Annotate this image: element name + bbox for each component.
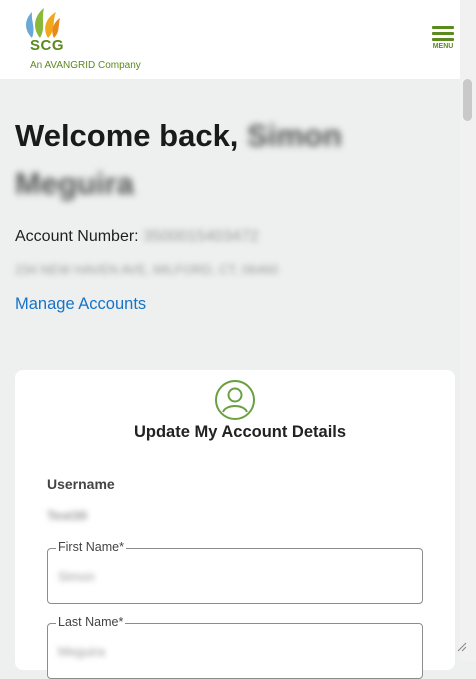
card-title: Update My Account Details [133,423,347,441]
logo-text: SCG [30,37,65,54]
welcome-prefix: Welcome back, [15,118,239,153]
scg-logo[interactable]: SCG An AVANGRID Company [18,4,148,76]
account-number-value: 3500015403472 [143,228,259,245]
menu-button[interactable]: MENU [429,24,457,54]
menu-label: MENU [432,43,454,50]
username-value: Test30 [47,508,88,523]
account-number-row: Account Number: 3500015403472 [15,228,259,246]
flame-logo-icon [26,8,60,38]
site-header: SCG An AVANGRID Company MENU [0,0,460,79]
account-number-label: Account Number: [15,228,139,245]
page-scrollbar[interactable] [460,0,476,661]
logo-subtitle: An AVANGRID Company [30,60,141,71]
username-label: Username [47,476,115,492]
first-name-field[interactable]: First Name* Simon [47,540,423,604]
first-name-label: First Name* [56,540,126,554]
last-name-input-value[interactable]: Meguira [58,644,105,659]
user-last-name: Meguira [15,166,134,201]
user-profile-icon [215,380,255,420]
manage-accounts-link[interactable]: Manage Accounts [15,295,146,314]
hamburger-icon [432,26,454,29]
account-details-card: Update My Account Details Username Test3… [15,370,455,679]
scrollbar-thumb[interactable] [463,79,472,121]
last-name-field[interactable]: Last Name* Meguira [47,615,423,679]
resize-grip-icon[interactable] [455,640,467,652]
first-name-input-value[interactable]: Simon [58,569,95,584]
last-name-label: Last Name* [56,615,126,629]
user-first-name: Simon [247,118,342,153]
service-address: 234 NEW HAVEN AVE, MILFORD, CT, 06460 [15,262,279,277]
welcome-heading: Welcome back, Simon Meguira [15,112,455,208]
